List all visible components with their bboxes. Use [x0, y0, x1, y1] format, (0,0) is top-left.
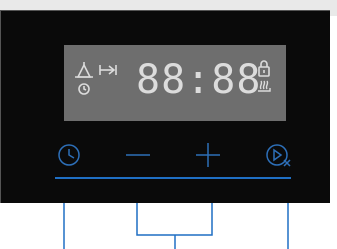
callout-lines [63, 203, 289, 249]
